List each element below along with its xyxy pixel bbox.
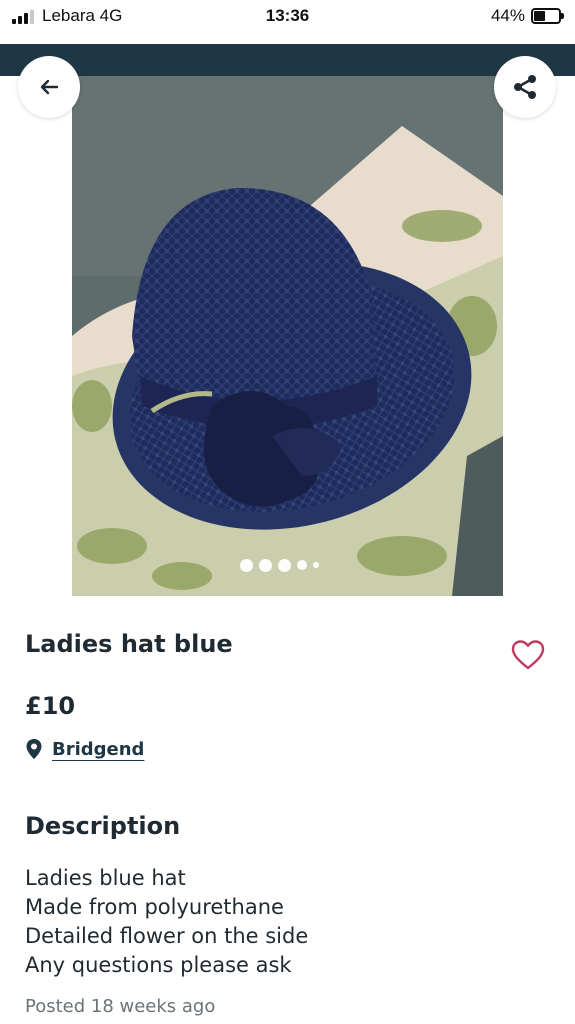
pagination-dot[interactable] — [297, 560, 307, 570]
battery-icon — [531, 8, 564, 24]
pagination-dot[interactable] — [240, 558, 253, 572]
description-line: Any questions please ask — [25, 953, 292, 977]
pagination-dot[interactable] — [278, 558, 291, 572]
hat-photo-illustration — [72, 76, 503, 596]
listing-photo[interactable] — [72, 76, 503, 596]
share-button[interactable] — [494, 56, 556, 118]
heart-icon — [511, 640, 545, 670]
pagination-dot[interactable] — [259, 558, 272, 572]
gallery-pagination — [240, 558, 319, 572]
listing-location[interactable]: Bridgend — [25, 736, 144, 762]
location-link[interactable]: Bridgend — [52, 739, 144, 760]
favourite-button[interactable] — [508, 636, 548, 674]
description-body: Ladies blue hat Made from polyurethane D… — [25, 864, 555, 980]
pagination-dot[interactable] — [313, 562, 319, 568]
listing-price: £10 — [25, 692, 76, 720]
back-button[interactable] — [18, 56, 80, 118]
status-time: 13:36 — [265, 6, 310, 25]
posted-time: Posted 18 weeks ago — [25, 996, 216, 1017]
description-heading: Description — [25, 812, 181, 840]
listing-title: Ladies hat blue — [25, 630, 233, 658]
location-pin-icon — [26, 739, 42, 759]
description-line: Ladies blue hat — [25, 866, 186, 890]
status-bar: Lebara 4G 13:36 44% — [0, 0, 575, 44]
battery-percent: 44% — [490, 6, 525, 25]
share-icon — [514, 75, 536, 99]
description-line: Made from polyurethane — [25, 895, 284, 919]
description-line: Detailed flower on the side — [25, 924, 309, 948]
arrow-left-icon — [40, 79, 59, 95]
app-header — [0, 44, 575, 76]
